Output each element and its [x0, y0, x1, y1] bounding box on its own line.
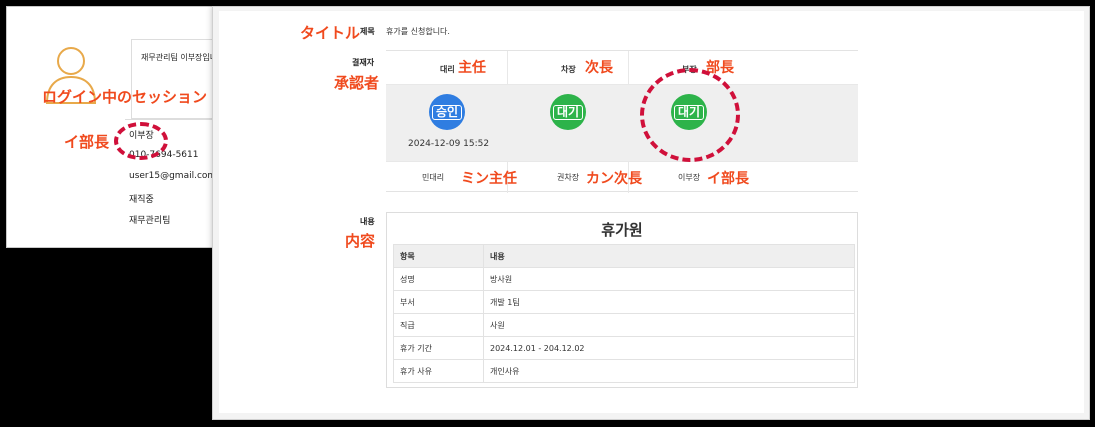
table-row: 직급 사원: [393, 313, 855, 337]
approval-rank-row: 대리 차장 부장: [386, 51, 858, 85]
leave-table: 항목 내용 성명 방사원 부서 개발 1팀 직급 사원 휴가 기간 2024.1…: [393, 244, 855, 383]
profile-status: 재직중: [129, 195, 154, 205]
title-field-value: 휴가를 신청합니다.: [386, 27, 450, 36]
table-cell: 휴가 사유: [393, 359, 484, 383]
annotation-rank-2: 次長: [585, 60, 613, 76]
annotation-ibucho-left: イ部長: [64, 133, 110, 151]
table-row: 부서 개발 1팀: [393, 290, 855, 314]
annotation-name-3: イ部長: [707, 171, 749, 187]
table-cell: 직급: [393, 313, 484, 337]
profile-department: 재무관리팀: [129, 216, 171, 226]
approval-date: 2024-12-09 15:52: [408, 139, 490, 149]
approver-name-3: 이부장: [678, 173, 701, 182]
table-cell: 휴가 기간: [393, 336, 484, 360]
content-field-label: 내용: [360, 217, 375, 226]
table-cell: 성명: [393, 267, 484, 291]
approver-name-1: 민대리: [422, 173, 445, 182]
leave-form: 휴가원 항목 내용 성명 방사원 부서 개발 1팀 직급 사원 휴가 기간 20…: [386, 212, 858, 388]
approver-field-label: 결재자: [352, 58, 375, 67]
annotation-login-session: ログイン中のセッション: [42, 88, 208, 106]
annotation-approvers: 承認者: [334, 74, 380, 92]
table-header: 항목: [393, 244, 484, 268]
approval-stamp-row: 승인 2024-12-09 15:52 대기 대기: [386, 85, 858, 161]
session-panel: 재무관리팀 이부장입니: [6, 6, 227, 248]
pending-stamp-icon: 대기: [550, 94, 586, 130]
table-cell: 방사원: [483, 267, 855, 291]
column-separator: [507, 51, 508, 85]
approver-rank-2: 차장: [561, 65, 576, 74]
divider: [125, 119, 221, 120]
table-cell: 개인사유: [483, 359, 855, 383]
annotation-name-2: カン次長: [586, 171, 642, 187]
table-header-row: 항목 내용: [393, 244, 855, 268]
stamp-label: 대기: [552, 104, 584, 120]
table-cell: 부서: [393, 290, 484, 314]
table-cell: 사원: [483, 313, 855, 337]
table-row: 휴가 기간 2024.12.01 - 204.12.02: [393, 336, 855, 360]
highlight-circle: [640, 68, 740, 162]
title-field-label: 제목: [360, 27, 375, 36]
table-cell: 2024.12.01 - 204.12.02: [483, 336, 855, 360]
annotation-rank-1: 主任: [458, 60, 486, 76]
table-header: 내용: [483, 244, 855, 268]
approver-name-2: 권차장: [557, 173, 580, 182]
profile-email: user15@gmail.com: [129, 171, 217, 181]
stamp-label: 승인: [431, 104, 463, 120]
annotation-name-1: ミン主任: [461, 171, 517, 187]
form-title: 휴가원: [601, 221, 643, 239]
table-row: 휴가 사유 개인사유: [393, 359, 855, 383]
annotation-content: 内容: [345, 232, 376, 250]
column-separator: [628, 51, 629, 85]
approver-rank-1: 대리: [440, 65, 455, 74]
highlight-circle: [114, 122, 168, 160]
annotation-title: タイトル: [300, 24, 361, 42]
approved-stamp-icon: 승인: [429, 94, 465, 130]
table-row: 성명 방사원: [393, 267, 855, 291]
table-cell: 개발 1팀: [483, 290, 855, 314]
